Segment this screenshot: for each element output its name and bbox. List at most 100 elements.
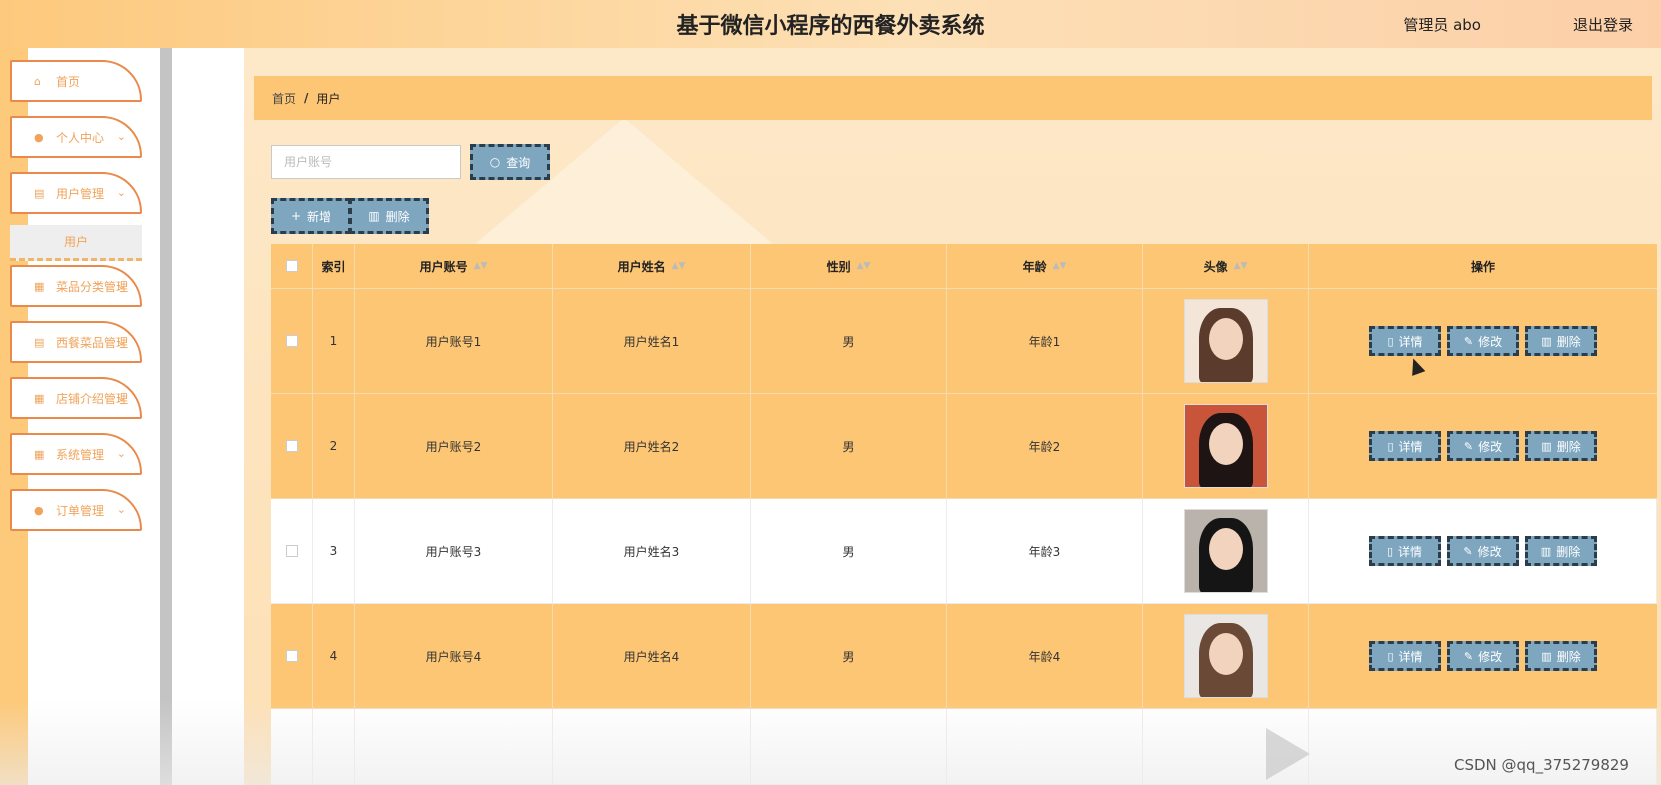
delete-button[interactable]: ▥ 删除 (1525, 326, 1597, 356)
sidebar-item-label: 订单管理 (56, 503, 105, 518)
clipboard-icon: ▤ (34, 187, 45, 200)
sidebar-item-home[interactable]: ⌂ 首页 (10, 60, 142, 102)
detail-label: 详情 (1398, 544, 1423, 559)
pencil-icon: ✎ (1463, 649, 1474, 663)
edit-button[interactable]: ✎ 修改 (1447, 431, 1519, 461)
main-content: 首页 / 用户 ○ 查询 + 新增 ▥ 删除 索引 用户账号 ▲▼ 用户姓名 ▲▼ … (244, 48, 1661, 785)
sidebar-item-label: 首页 (56, 74, 81, 89)
detail-button[interactable]: ▯ 详情 (1369, 431, 1441, 461)
col-account[interactable]: 用户账号 ▲▼ (355, 244, 553, 289)
delete-button[interactable]: ▥ 删除 (1525, 641, 1597, 671)
pencil-icon: ✎ (1463, 334, 1474, 348)
search-button-label: 查询 (506, 155, 531, 170)
cell-gender: 男 (751, 394, 947, 499)
sort-icon[interactable]: ▲▼ (474, 261, 488, 271)
cell-age: 年龄3 (947, 499, 1143, 604)
sidebar-item-label: 个人中心 (56, 130, 105, 145)
sidebar-item-shop-intro[interactable]: ▦ 店铺介绍管理 ⌄ (10, 377, 142, 419)
sort-icon[interactable]: ▲▼ (672, 261, 686, 271)
sidebar-scrollbar[interactable] (160, 48, 172, 785)
detail-label: 详情 (1398, 334, 1423, 349)
edit-button[interactable]: ✎ 修改 (1447, 641, 1519, 671)
sidebar-item-user-management[interactable]: ▤ 用户管理 ⌄ (10, 172, 142, 214)
clipboard-icon: ▤ (34, 336, 45, 349)
sidebar-item-profile[interactable]: ● 个人中心 ⌄ (10, 116, 142, 158)
table-row: 1 用户账号1 用户姓名1 男 年龄1 ▯ 详情 ✎ 修改 ▥ 删除 (271, 289, 1657, 394)
sort-icon[interactable]: ▲▼ (1234, 261, 1248, 271)
edit-label: 修改 (1477, 544, 1502, 559)
sort-icon[interactable]: ▲▼ (1053, 261, 1067, 271)
avatar[interactable] (1183, 404, 1268, 488)
col-avatar[interactable]: 头像 ▲▼ (1143, 244, 1309, 289)
avatar[interactable] (1183, 614, 1268, 698)
detail-button[interactable]: ▯ 详情 (1369, 641, 1441, 671)
search-button[interactable]: ○ 查询 (470, 144, 550, 180)
document-icon: ▯ (1387, 439, 1394, 453)
delete-button[interactable]: ▥ 删除 (1525, 431, 1597, 461)
add-button[interactable]: + 新增 (271, 198, 351, 234)
cell-gender: 男 (751, 289, 947, 394)
select-all-checkbox[interactable] (285, 260, 298, 272)
detail-button[interactable]: ▯ 详情 (1368, 536, 1441, 566)
search-icon: ○ (489, 155, 501, 169)
cell-name: 用户姓名1 (553, 289, 751, 394)
top-header: 基于微信小程序的西餐外卖系统 管理员 abo 退出登录 (0, 0, 1661, 48)
play-icon (1266, 728, 1310, 780)
sidebar-item-orders[interactable]: ● 订单管理 ⌄ (10, 489, 142, 531)
search-input[interactable] (271, 145, 461, 179)
cell-age: 年龄4 (947, 604, 1143, 709)
avatar[interactable] (1183, 299, 1268, 383)
sidebar-item-western-dishes[interactable]: ▤ 西餐菜品管理 ⌄ (10, 321, 142, 363)
user-icon: ● (34, 504, 44, 517)
cell-name: 用户姓名2 (553, 394, 751, 499)
col-label: 用户姓名 (617, 259, 666, 274)
cell-account: 用户账号2 (355, 394, 553, 499)
cell-gender: 男 (751, 604, 947, 709)
cell-index: 3 (313, 499, 355, 604)
sidebar-item-label: 系统管理 (56, 447, 105, 462)
edit-label: 修改 (1478, 649, 1503, 664)
col-name[interactable]: 用户姓名 ▲▼ (553, 244, 751, 289)
trash-icon: ▥ (368, 209, 380, 223)
avatar[interactable] (1183, 509, 1268, 593)
trash-icon: ▥ (1541, 649, 1552, 663)
delete-label: 删除 (1556, 334, 1581, 349)
row-checkbox[interactable] (285, 545, 298, 557)
cell-account: 用户账号4 (355, 604, 553, 709)
delete-label: 删除 (1556, 544, 1581, 559)
row-checkbox[interactable] (285, 335, 298, 347)
submenu-item-user[interactable]: 用户 (10, 225, 142, 261)
delete-label: 删除 (1556, 439, 1581, 454)
chevron-down-icon: ⌄ (116, 447, 126, 460)
document-icon: ▯ (1387, 334, 1394, 348)
edit-button[interactable]: ✎ 修改 (1446, 536, 1519, 566)
delete-label: 删除 (1556, 649, 1581, 664)
sort-icon[interactable]: ▲▼ (857, 261, 871, 271)
edit-button[interactable]: ✎ 修改 (1447, 326, 1519, 356)
cell-age: 年龄1 (947, 289, 1143, 394)
row-checkbox[interactable] (285, 650, 298, 662)
bulk-delete-button[interactable]: ▥ 删除 (349, 198, 429, 234)
pencil-icon: ✎ (1463, 439, 1474, 453)
chevron-down-icon: ⌄ (116, 503, 126, 516)
detail-label: 详情 (1398, 649, 1423, 664)
trash-icon: ▥ (1540, 544, 1552, 558)
detail-button[interactable]: ▯ 详情 (1369, 326, 1441, 356)
cell-name: 用户姓名3 (553, 499, 751, 604)
grid-icon: ▦ (34, 448, 45, 461)
col-gender[interactable]: 性别 ▲▼ (751, 244, 947, 289)
logout-link[interactable]: 退出登录 (1573, 14, 1633, 35)
col-label: 性别 (826, 259, 851, 274)
table-row: 2 用户账号2 用户姓名2 男 年龄2 ▯ 详情 ✎ 修改 ▥ 删除 (271, 394, 1657, 499)
col-label: 用户账号 (419, 259, 468, 274)
breadcrumb-home[interactable]: 首页 (272, 90, 296, 107)
plus-icon: + (290, 209, 302, 223)
col-age[interactable]: 年龄 ▲▼ (947, 244, 1143, 289)
sidebar-item-dish-category[interactable]: ▦ 菜品分类管理 ⌄ (10, 265, 142, 307)
chevron-down-icon: ⌄ (116, 279, 126, 292)
delete-button[interactable]: ▥ 删除 (1524, 536, 1597, 566)
row-checkbox[interactable] (285, 440, 298, 452)
video-overlay (0, 700, 1661, 785)
cell-account: 用户账号1 (355, 289, 553, 394)
sidebar-item-system[interactable]: ▦ 系统管理 ⌄ (10, 433, 142, 475)
